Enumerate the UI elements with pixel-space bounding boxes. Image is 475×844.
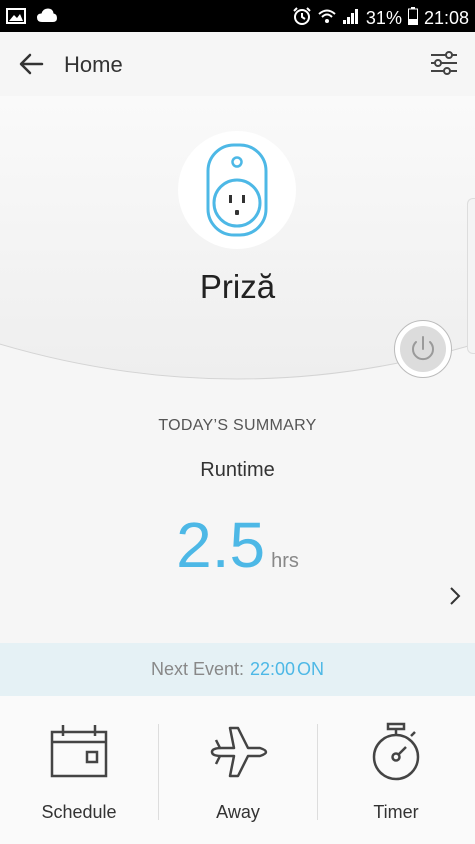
power-toggle-button[interactable] xyxy=(394,320,452,378)
next-event-time: 22:00 xyxy=(250,659,296,679)
schedule-label: Schedule xyxy=(41,802,117,822)
timer-label: Timer xyxy=(373,802,419,822)
smart-plug-icon xyxy=(206,143,268,237)
image-icon xyxy=(6,7,26,30)
device-avatar xyxy=(178,131,296,249)
device-name: Priză xyxy=(199,268,276,305)
clock-time: 21:08 xyxy=(423,8,469,28)
app-bar: Home xyxy=(0,32,475,96)
chevron-right-icon xyxy=(450,587,461,605)
page-title: Home xyxy=(64,52,123,77)
next-event-label: Next Event: xyxy=(150,659,244,679)
next-event-bar[interactable]: Next Event: 22:00 ON xyxy=(0,643,475,696)
wifi-icon xyxy=(318,7,336,30)
runtime-readout: 2.5 hrs xyxy=(0,508,475,582)
runtime-unit: hrs xyxy=(271,550,299,572)
side-drawer-handle[interactable] xyxy=(467,198,475,354)
settings-button[interactable] xyxy=(429,48,459,78)
arrow-left-icon xyxy=(19,53,44,75)
power-icon xyxy=(412,336,434,361)
runtime-label: Runtime xyxy=(200,459,275,481)
away-label: Away xyxy=(216,802,260,822)
stopwatch-icon xyxy=(372,722,420,781)
alarm-icon xyxy=(292,6,312,31)
runtime-value: 2.5 xyxy=(176,509,266,581)
away-button[interactable]: Away xyxy=(159,696,317,844)
battery-percent: 31% xyxy=(365,8,402,28)
airplane-icon xyxy=(210,726,268,778)
summary-title: TODAY’S SUMMARY xyxy=(158,417,317,434)
signal-icon xyxy=(342,7,360,30)
next-event-state: ON xyxy=(297,659,325,679)
battery-icon xyxy=(407,7,418,30)
calendar-icon xyxy=(50,725,108,778)
cloud-icon xyxy=(36,7,58,30)
timer-button[interactable]: Timer xyxy=(317,696,475,844)
summary-details-button[interactable] xyxy=(446,585,464,607)
status-bar: 31% 21:08 xyxy=(0,0,475,32)
back-button[interactable] xyxy=(16,50,48,78)
bottom-actions: Schedule Away Timer xyxy=(0,696,475,844)
schedule-button[interactable]: Schedule xyxy=(0,696,158,844)
sliders-icon xyxy=(431,51,457,75)
